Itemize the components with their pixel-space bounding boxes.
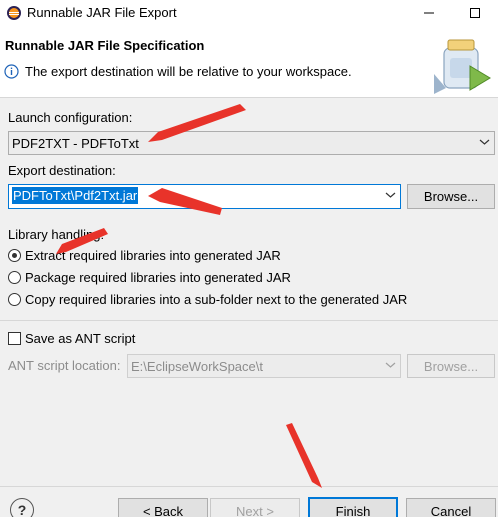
chevron-down-icon [385,362,396,368]
divider [0,320,498,321]
info-icon [4,64,19,79]
save-ant-script-label: Save as ANT script [25,331,136,346]
export-destination-value: PDFToTxt\Pdf2Txt.jar [12,187,139,204]
divider [0,486,498,487]
ant-location-input[interactable]: E:\EclipseWorkSpace\t [127,354,401,378]
minimize-button[interactable] [406,0,452,26]
package-libraries-label: Package required libraries into generate… [25,270,291,285]
export-destination-label: Export destination: [8,163,116,178]
save-ant-script-checkbox[interactable] [8,332,21,345]
package-libraries-radio[interactable] [8,271,21,284]
header-message: The export destination will be relative … [25,64,352,79]
page-title: Runnable JAR File Specification [5,38,205,53]
launch-config-select[interactable]: PDF2TXT - PDFToTxt [8,131,495,155]
ant-location-value: E:\EclipseWorkSpace\t [131,359,263,374]
eclipse-icon [7,6,21,20]
title-bar: Runnable JAR File Export [0,0,498,26]
window-title: Runnable JAR File Export [27,5,177,20]
finish-button[interactable]: Finish [308,497,398,517]
library-handling-label: Library handling: [8,227,105,242]
help-button[interactable]: ? [10,498,34,517]
chevron-down-icon [479,139,490,145]
export-browse-button[interactable]: Browse... [407,184,495,209]
maximize-button[interactable] [452,0,498,26]
export-destination-input[interactable]: PDFToTxt\Pdf2Txt.jar [8,184,401,209]
launch-config-label: Launch configuration: [8,110,133,125]
ant-browse-button[interactable]: Browse... [407,354,495,378]
copy-libraries-radio[interactable] [8,293,21,306]
wizard-header: Runnable JAR File Specification The expo… [0,26,498,98]
back-button[interactable]: < Back [118,498,208,517]
copy-libraries-label: Copy required libraries into a sub-folde… [25,292,408,307]
next-button[interactable]: Next > [210,498,300,517]
maximize-icon [470,8,480,18]
chevron-down-icon [385,192,396,198]
annotation-arrow [286,423,322,488]
ant-location-label: ANT script location: [8,358,121,373]
extract-libraries-radio[interactable] [8,249,21,262]
launch-config-value: PDF2TXT - PDFToTxt [12,136,139,151]
jar-export-icon [434,39,491,94]
help-icon: ? [17,502,27,517]
cancel-button[interactable]: Cancel [406,498,496,517]
extract-libraries-label: Extract required libraries into generate… [25,248,281,263]
minimize-icon [424,12,434,14]
